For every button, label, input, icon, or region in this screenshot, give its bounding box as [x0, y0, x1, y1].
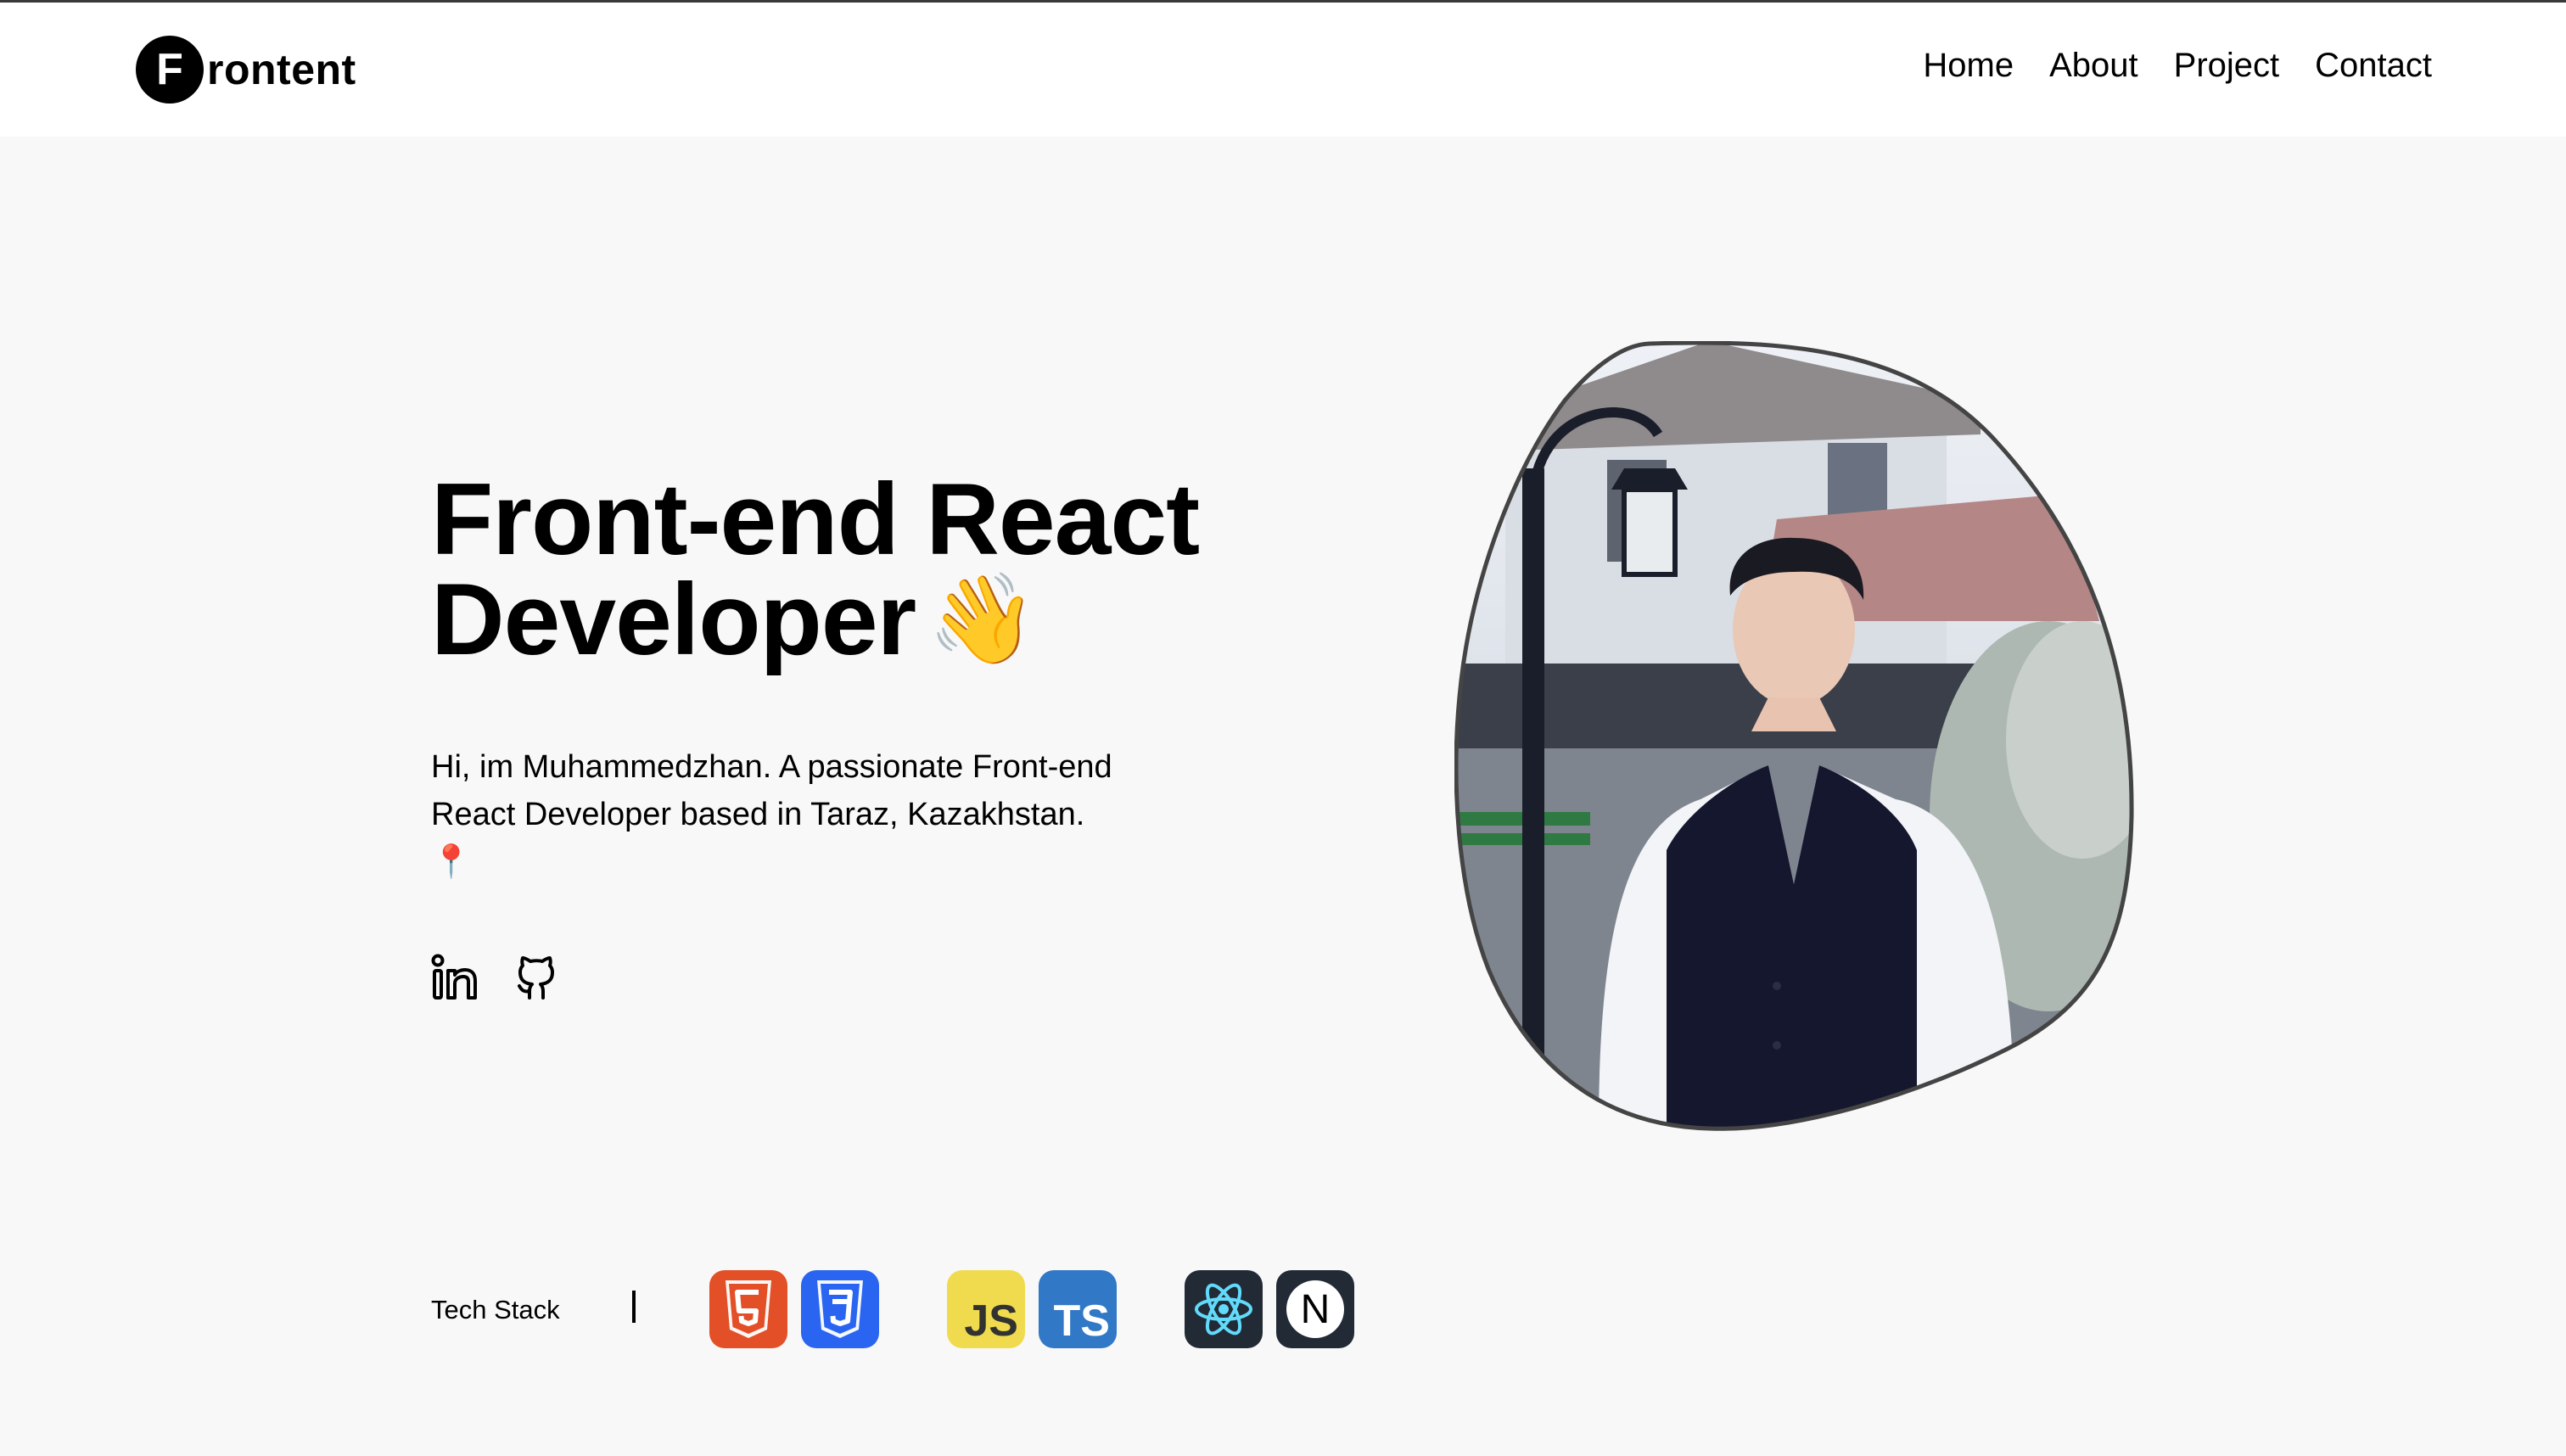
social-links [431, 954, 560, 1001]
nav-contact-link[interactable]: Contact [2315, 47, 2432, 85]
nav-project-link[interactable]: Project [2174, 47, 2280, 85]
hero-title: Front-end React Developer 👋 [431, 468, 1200, 670]
main-nav: Home About Project Contact [1923, 47, 2432, 85]
react-icon [1185, 1270, 1263, 1348]
hero-title-line2: Developer [431, 563, 916, 676]
nav-about-link[interactable]: About [2049, 47, 2138, 85]
javascript-icon: JS [947, 1270, 1025, 1348]
hero-title-line1: Front-end React [431, 462, 1200, 576]
typescript-icon-text: TS [1053, 1296, 1110, 1346]
typescript-icon: TS [1039, 1270, 1117, 1348]
nextjs-icon: N [1276, 1270, 1354, 1348]
hero-intro: Hi, im Muhammedzhan. A passionate Front-… [431, 743, 1127, 886]
profile-photo [1454, 341, 2137, 1134]
logo-text: rontent [207, 46, 356, 93]
tech-stack-separator [632, 1291, 636, 1323]
github-icon[interactable] [513, 954, 560, 1001]
linkedin-icon[interactable] [431, 954, 479, 1001]
intro-text: Hi, im Muhammedzhan. A passionate Front-… [431, 749, 1112, 832]
logo-letter: F [156, 45, 183, 94]
nextjs-icon-circle: N [1286, 1280, 1344, 1338]
tech-stack-label: Tech Stack [431, 1295, 560, 1324]
waving-hand-icon: 👋 [927, 570, 1037, 669]
nextjs-icon-text: N [1300, 1286, 1331, 1332]
location-pin-icon: 📍 [431, 844, 472, 880]
nav-home-link[interactable]: Home [1923, 47, 2014, 85]
javascript-icon-text: JS [964, 1296, 1018, 1346]
css3-icon [801, 1270, 879, 1348]
profile-photo-blob [1454, 341, 2134, 1131]
logo-circle: F [136, 36, 204, 104]
site-header: F rontent Home About Project Contact [0, 3, 2566, 137]
html5-icon [709, 1270, 787, 1348]
site-logo[interactable]: F rontent [136, 35, 356, 104]
